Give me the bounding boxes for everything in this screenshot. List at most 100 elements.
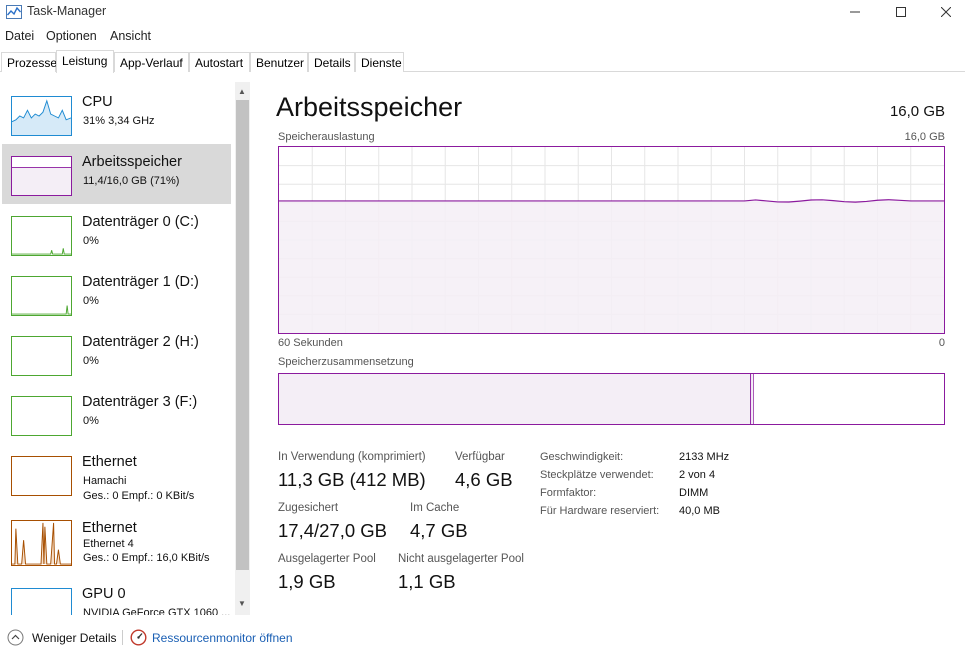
sidebar-item-disk-0[interactable]: Datenträger 0 (C:) 0% <box>2 204 231 264</box>
in-use-value: 11,3 GB (412 MB) <box>278 469 426 490</box>
available-value: 4,6 GB <box>455 469 513 490</box>
sidebar-item-ethernet-4[interactable]: Ethernet Ethernet 4 Ges.: 0 Empf.: 16,0 … <box>2 510 231 570</box>
sidebar-item-title: GPU 0 <box>82 586 126 602</box>
slots-value: 2 von 4 <box>679 469 716 481</box>
sidebar-item-title: Datenträger 3 (F:) <box>82 394 198 410</box>
gpu-thumbnail-graph <box>11 588 72 615</box>
minimize-button[interactable] <box>832 0 878 24</box>
tab-benutzer[interactable]: Benutzer <box>250 52 308 72</box>
form-factor-value: DIMM <box>679 487 709 499</box>
performance-sidebar: CPU 31% 3,34 GHz Arbeitsspeicher 11,4/16… <box>0 82 236 615</box>
time-axis-end: 0 <box>938 337 945 349</box>
sidebar-item-title: Arbeitsspeicher <box>82 154 182 170</box>
memory-usage-graph <box>278 146 945 334</box>
menu-optionen[interactable]: Optionen <box>46 29 97 43</box>
title-bar: Task-Manager <box>0 0 965 24</box>
composition-in-use <box>279 374 751 424</box>
time-axis-label: 60 Sekunden <box>278 337 343 349</box>
sidebar-item-title: CPU <box>82 94 113 110</box>
scroll-down-arrow-icon[interactable]: ▼ <box>238 599 246 608</box>
close-icon <box>941 7 951 17</box>
memory-composition-bar <box>278 373 945 425</box>
disk-thumbnail-graph <box>11 396 72 436</box>
close-button[interactable] <box>923 0 965 24</box>
sidebar-item-subtitle: 11,4/16,0 GB (71%) <box>83 175 180 187</box>
disk-thumbnail-graph <box>11 216 72 256</box>
tab-dienste[interactable]: Dienste <box>355 52 404 72</box>
ethernet-thumbnail-graph <box>11 456 72 496</box>
available-label: Verfügbar <box>455 451 505 463</box>
footer-divider <box>122 630 123 645</box>
sidebar-item-gpu-0[interactable]: GPU 0 NVIDIA GeForce GTX 1060 ... <box>2 576 231 615</box>
chevron-up-circle-icon[interactable] <box>7 629 24 646</box>
paged-pool-label: Ausgelagerter Pool <box>278 553 376 565</box>
graph-label: Speicherauslastung <box>278 131 375 143</box>
tab-details[interactable]: Details <box>308 52 355 72</box>
cached-value: 4,7 GB <box>410 520 468 541</box>
sidebar-item-title: Ethernet <box>82 454 137 470</box>
committed-value: 17,4/27,0 GB <box>278 520 388 541</box>
sidebar-item-ethernet-hamachi[interactable]: Ethernet Hamachi Ges.: 0 Empf.: 0 KBit/s <box>2 444 231 504</box>
resource-monitor-link[interactable]: Ressourcenmonitor öffnen <box>152 631 293 645</box>
form-factor-label: Formfaktor: <box>540 487 597 499</box>
sidebar-item-subtitle: 31% 3,34 GHz <box>83 115 155 127</box>
menu-datei[interactable]: Datei <box>5 29 34 43</box>
fewer-details-link[interactable]: Weniger Details <box>32 631 116 645</box>
task-manager-icon <box>6 5 22 19</box>
hardware-reserved-value: 40,0 MB <box>679 505 720 517</box>
disk-thumbnail-graph <box>11 276 72 316</box>
sidebar-scrollbar[interactable]: ▲ ▼ <box>235 82 250 615</box>
sidebar-item-disk-3[interactable]: Datenträger 3 (F:) 0% <box>2 384 231 444</box>
window-title: Task-Manager <box>27 4 107 18</box>
sidebar-item-subtitle: 0% <box>83 295 99 307</box>
sidebar-item-disk-1[interactable]: Datenträger 1 (D:) 0% <box>2 264 231 324</box>
footer: Weniger Details Ressourcenmonitor öffnen <box>0 624 965 654</box>
sidebar-item-title: Datenträger 0 (C:) <box>82 214 199 230</box>
cpu-thumbnail-graph <box>11 96 72 136</box>
sidebar-item-title: Ethernet <box>82 520 137 536</box>
resource-monitor-icon[interactable] <box>130 629 147 646</box>
nonpaged-pool-label: Nicht ausgelagerter Pool <box>398 553 524 565</box>
speed-label: Geschwindigkeit: <box>540 451 624 463</box>
ethernet-thumbnail-graph <box>11 520 72 566</box>
sidebar-item-subtitle: Ethernet 4 <box>83 538 134 550</box>
sidebar-item-title: Datenträger 1 (D:) <box>82 274 199 290</box>
sidebar-item-cpu[interactable]: CPU 31% 3,34 GHz <box>2 84 231 144</box>
sidebar-item-throughput: Ges.: 0 Empf.: 16,0 KBit/s <box>83 552 210 564</box>
paged-pool-value: 1,9 GB <box>278 571 336 592</box>
in-use-label: In Verwendung (komprimiert) <box>278 451 426 463</box>
sidebar-item-title: Datenträger 2 (H:) <box>82 334 199 350</box>
memory-thumbnail-graph <box>11 156 72 196</box>
scroll-thumb[interactable] <box>236 100 249 570</box>
sidebar-item-subtitle: 0% <box>83 415 99 427</box>
scroll-up-arrow-icon[interactable]: ▲ <box>238 87 246 96</box>
tab-autostart[interactable]: Autostart <box>189 52 250 72</box>
composition-label: Speicherzusammensetzung <box>278 356 414 368</box>
nonpaged-pool-value: 1,1 GB <box>398 571 456 592</box>
hardware-reserved-label: Für Hardware reserviert: <box>540 505 660 517</box>
sidebar-item-memory[interactable]: Arbeitsspeicher 11,4/16,0 GB (71%) <box>2 144 231 204</box>
sidebar-item-throughput: Ges.: 0 Empf.: 0 KBit/s <box>83 490 195 502</box>
graph-max-label: 16,0 GB <box>904 131 945 143</box>
cached-label: Im Cache <box>410 502 460 514</box>
tab-bar: Prozesse Leistung App-Verlauf Autostart … <box>0 50 965 73</box>
page-title: Arbeitsspeicher <box>276 92 463 122</box>
graph-usage-area <box>279 200 944 333</box>
menu-ansicht[interactable]: Ansicht <box>110 29 151 43</box>
tab-leistung[interactable]: Leistung <box>56 50 114 73</box>
minimize-icon <box>850 11 860 13</box>
disk-thumbnail-graph <box>11 336 72 376</box>
tab-prozesse[interactable]: Prozesse <box>1 52 57 72</box>
maximize-icon <box>896 7 906 17</box>
speed-value: 2133 MHz <box>679 451 730 463</box>
slots-label: Steckplätze verwendet: <box>540 469 654 481</box>
maximize-button[interactable] <box>878 0 924 24</box>
sidebar-item-subtitle: Hamachi <box>83 475 127 487</box>
sidebar-item-subtitle: NVIDIA GeForce GTX 1060 ... <box>83 607 231 615</box>
sidebar-item-subtitle: 0% <box>83 235 99 247</box>
sidebar-item-disk-2[interactable]: Datenträger 2 (H:) 0% <box>2 324 231 384</box>
committed-label: Zugesichert <box>278 502 339 514</box>
tab-app-verlauf[interactable]: App-Verlauf <box>114 52 189 72</box>
total-memory: 16,0 GB <box>889 103 945 120</box>
sidebar-item-subtitle: 0% <box>83 355 99 367</box>
